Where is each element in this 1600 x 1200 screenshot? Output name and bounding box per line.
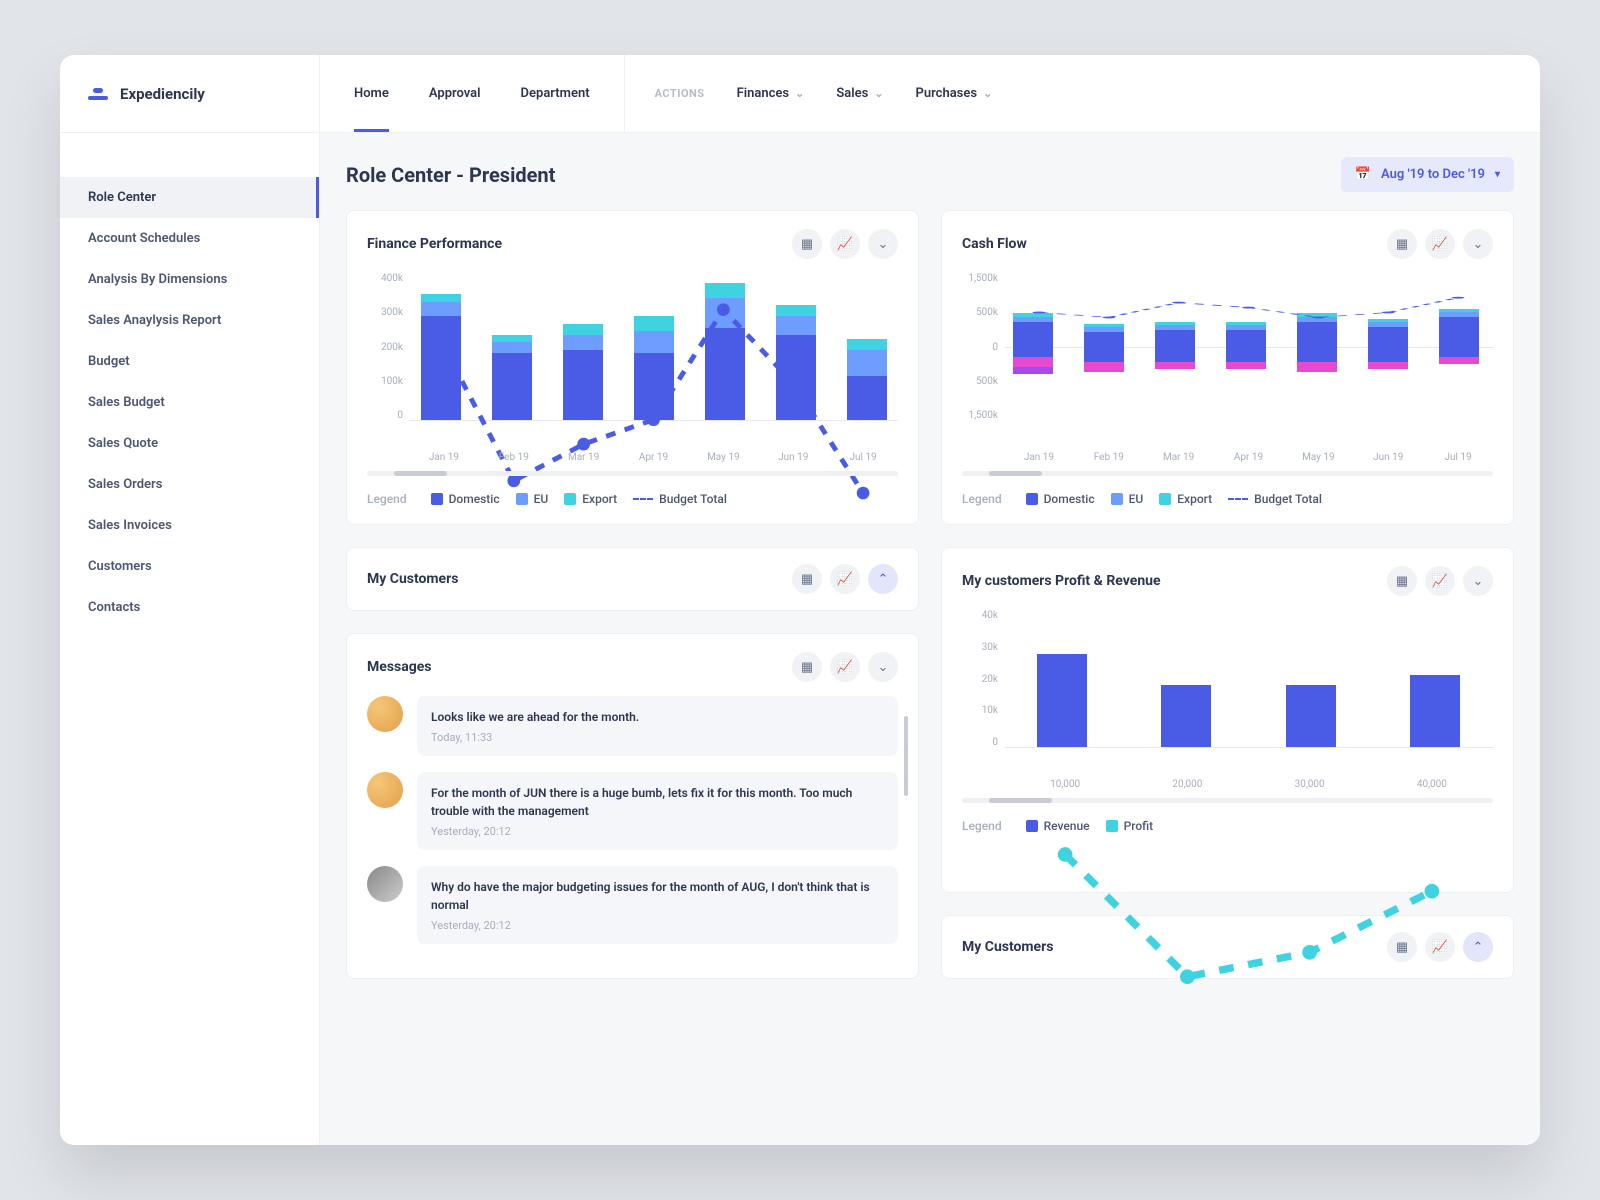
message-time: Today, 11:33 xyxy=(431,731,884,744)
chevron-down-icon: ⌄ xyxy=(795,87,804,100)
chart-view-icon[interactable]: 📈 xyxy=(830,652,860,682)
nav-home[interactable]: Home xyxy=(354,55,389,132)
legend: Legend Domestic EU Export Budget Total xyxy=(962,492,1493,506)
expand-icon[interactable]: ⌃ xyxy=(868,564,898,594)
sidebar-item-budget[interactable]: Budget xyxy=(60,341,319,382)
card-title: Cash Flow xyxy=(962,236,1027,252)
sidebar-item-sales-orders[interactable]: Sales Orders xyxy=(60,464,319,505)
sidebar-item-customers[interactable]: Customers xyxy=(60,546,319,587)
chevron-down-icon: ⌄ xyxy=(874,87,883,100)
sidebar-item-role-center[interactable]: Role Center xyxy=(60,177,319,218)
avatar xyxy=(367,772,403,808)
app-window: Expediencily Home Approval Department AC… xyxy=(60,55,1540,1145)
card-messages: Messages ▦ 📈 ⌄ Looks like we are ahead f… xyxy=(346,633,919,979)
brand-name: Expediencily xyxy=(120,85,205,103)
card-profit-revenue: My customers Profit & Revenue ▦ 📈 ⌄ 40k3… xyxy=(941,547,1514,893)
message-time: Yesterday, 20:12 xyxy=(431,919,884,932)
card-title: My Customers xyxy=(367,571,458,587)
page-title: Role Center - President xyxy=(346,163,555,187)
message-text: Looks like we are ahead for the month. xyxy=(431,708,884,726)
chart-scrollbar[interactable] xyxy=(367,471,898,476)
legend: Legend Revenue Profit xyxy=(962,819,1493,833)
action-sales[interactable]: Sales⌄ xyxy=(836,86,883,101)
actions-label: ACTIONS xyxy=(655,87,705,100)
card-title: Finance Performance xyxy=(367,236,502,252)
message-item[interactable]: For the month of JUN there is a huge bum… xyxy=(367,772,898,850)
card-my-customers-2: My Customers ▦ 📈 ⌃ xyxy=(941,915,1514,979)
grid-view-icon[interactable]: ▦ xyxy=(1387,566,1417,596)
card-title: Messages xyxy=(367,659,431,675)
card-grid: Finance Performance ▦ 📈 ⌄ 400k300k200k10… xyxy=(346,210,1514,979)
sidebar-item-sales-quote[interactable]: Sales Quote xyxy=(60,423,319,464)
collapse-icon[interactable]: ⌄ xyxy=(1463,566,1493,596)
messages-list: Looks like we are ahead for the month. To… xyxy=(367,696,898,944)
calendar-icon: 📅 xyxy=(1355,167,1371,182)
nav-department[interactable]: Department xyxy=(521,55,590,132)
card-cash-flow: Cash Flow ▦ 📈 ⌄ 1,500k500k0500k1,500k xyxy=(941,210,1514,525)
body: Role Center Account Schedules Analysis B… xyxy=(60,133,1540,1145)
action-purchases[interactable]: Purchases⌄ xyxy=(916,86,993,101)
main-nav: Home Approval Department xyxy=(320,55,625,132)
logo-area: Expediencily xyxy=(60,55,320,132)
cashflow-chart: 1,500k500k0500k1,500k Jan 19Feb 19Mar 19… xyxy=(962,273,1493,443)
grid-view-icon[interactable]: ▦ xyxy=(792,229,822,259)
page-header: Role Center - President 📅 Aug '19 to Dec… xyxy=(346,157,1514,192)
chart-scrollbar[interactable] xyxy=(962,471,1493,476)
expand-icon[interactable]: ⌃ xyxy=(1463,932,1493,962)
sidebar-item-contacts[interactable]: Contacts xyxy=(60,587,319,628)
legend: Legend Domestic EU Export Budget Total xyxy=(367,492,898,506)
card-title: My customers Profit & Revenue xyxy=(962,573,1161,589)
collapse-icon[interactable]: ⌄ xyxy=(1463,229,1493,259)
chart-view-icon[interactable]: 📈 xyxy=(1425,932,1455,962)
actions-nav: ACTIONS Finances⌄ Sales⌄ Purchases⌄ xyxy=(625,86,1023,101)
sidebar-item-sales-invoices[interactable]: Sales Invoices xyxy=(60,505,319,546)
sidebar-item-account-schedules[interactable]: Account Schedules xyxy=(60,218,319,259)
sidebar-item-analysis[interactable]: Analysis By Dimensions xyxy=(60,259,319,300)
message-item[interactable]: Looks like we are ahead for the month. To… xyxy=(367,696,898,756)
card-my-customers: My Customers ▦ 📈 ⌃ xyxy=(346,547,919,611)
message-item[interactable]: Why do have the major budgeting issues f… xyxy=(367,866,898,944)
logo-icon xyxy=(88,88,108,100)
action-finances[interactable]: Finances⌄ xyxy=(737,86,805,101)
nav-approval[interactable]: Approval xyxy=(429,55,481,132)
card-title: My Customers xyxy=(962,939,1053,955)
chart-view-icon[interactable]: 📈 xyxy=(830,564,860,594)
grid-view-icon[interactable]: ▦ xyxy=(1387,932,1417,962)
message-time: Yesterday, 20:12 xyxy=(431,825,884,838)
date-range-label: Aug '19 to Dec '19 xyxy=(1381,167,1485,182)
message-text: Why do have the major budgeting issues f… xyxy=(431,878,884,914)
message-text: For the month of JUN there is a huge bum… xyxy=(431,784,884,820)
header: Expediencily Home Approval Department AC… xyxy=(60,55,1540,133)
avatar xyxy=(367,696,403,732)
chart-view-icon[interactable]: 📈 xyxy=(1425,229,1455,259)
avatar xyxy=(367,866,403,902)
date-range-picker[interactable]: 📅 Aug '19 to Dec '19 ▾ xyxy=(1341,157,1514,192)
finance-chart: 400k300k200k100k0 Jan 19Feb 19Mar 19Apr … xyxy=(367,273,898,443)
sidebar: Role Center Account Schedules Analysis B… xyxy=(60,133,320,1145)
chevron-down-icon: ⌄ xyxy=(983,87,992,100)
grid-view-icon[interactable]: ▦ xyxy=(1387,229,1417,259)
chart-view-icon[interactable]: 📈 xyxy=(830,229,860,259)
grid-view-icon[interactable]: ▦ xyxy=(792,652,822,682)
collapse-icon[interactable]: ⌄ xyxy=(868,652,898,682)
chart-scrollbar[interactable] xyxy=(962,798,1493,803)
sidebar-item-sales-budget[interactable]: Sales Budget xyxy=(60,382,319,423)
chevron-down-icon: ▾ xyxy=(1495,169,1500,180)
sidebar-item-sales-analysis[interactable]: Sales Anaylysis Report xyxy=(60,300,319,341)
grid-view-icon[interactable]: ▦ xyxy=(792,564,822,594)
collapse-icon[interactable]: ⌄ xyxy=(868,229,898,259)
profit-revenue-chart: 40k30k20k10k0 10,00020,00030,00040,000 xyxy=(962,610,1493,770)
chart-view-icon[interactable]: 📈 xyxy=(1425,566,1455,596)
content: Role Center - President 📅 Aug '19 to Dec… xyxy=(320,133,1540,1145)
card-finance-performance: Finance Performance ▦ 📈 ⌄ 400k300k200k10… xyxy=(346,210,919,525)
